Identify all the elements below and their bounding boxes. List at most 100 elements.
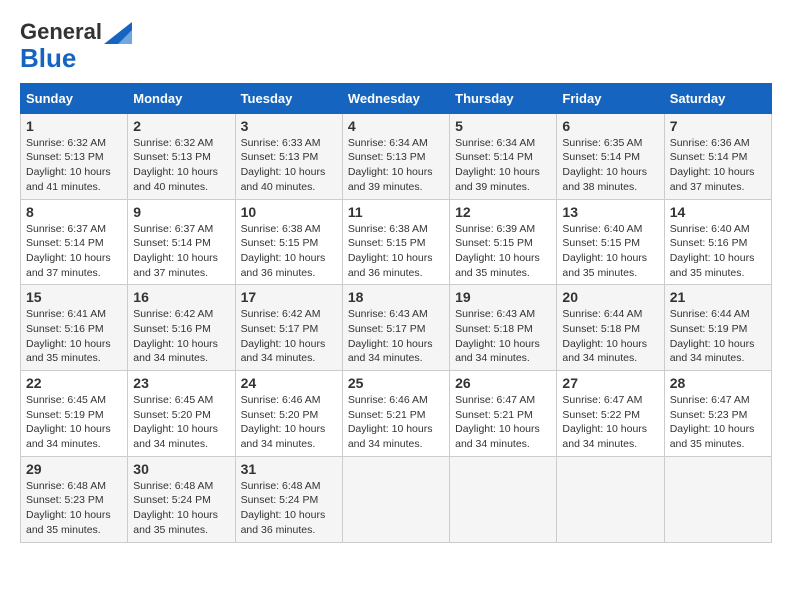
day-detail: Sunrise: 6:37 AM Sunset: 5:14 PM Dayligh… [133, 222, 229, 281]
day-detail: Sunrise: 6:39 AM Sunset: 5:15 PM Dayligh… [455, 222, 551, 281]
day-number: 23 [133, 375, 229, 391]
day-detail: Sunrise: 6:38 AM Sunset: 5:15 PM Dayligh… [348, 222, 444, 281]
calendar-day-cell: 26 Sunrise: 6:47 AM Sunset: 5:21 PM Dayli… [450, 371, 557, 457]
day-detail: Sunrise: 6:45 AM Sunset: 5:19 PM Dayligh… [26, 393, 122, 452]
calendar-day-cell: 16Sunrise: 6:42 AM Sunset: 5:16 PM Dayli… [128, 285, 235, 371]
calendar-day-cell: 7Sunrise: 6:36 AM Sunset: 5:14 PM Daylig… [664, 113, 771, 199]
day-detail: Sunrise: 6:42 AM Sunset: 5:17 PM Dayligh… [241, 307, 337, 366]
day-number: 9 [133, 204, 229, 220]
calendar-day-cell: 31 Sunrise: 6:48 AM Sunset: 5:24 PM Dayli… [235, 456, 342, 542]
day-number: 31 [241, 461, 337, 477]
calendar-day-cell: 13 Sunrise: 6:40 AM Sunset: 5:15 PM Dayli… [557, 199, 664, 285]
day-number: 18 [348, 289, 444, 305]
calendar-week-row: 8Sunrise: 6:37 AM Sunset: 5:14 PM Daylig… [21, 199, 772, 285]
day-detail: Sunrise: 6:46 AM Sunset: 5:21 PM Dayligh… [348, 393, 444, 452]
calendar-day-cell: 27Sunrise: 6:47 AM Sunset: 5:22 PM Dayli… [557, 371, 664, 457]
day-number: 11 [348, 204, 444, 220]
day-number: 26 [455, 375, 551, 391]
calendar-day-cell: 8Sunrise: 6:37 AM Sunset: 5:14 PM Daylig… [21, 199, 128, 285]
logo-icon [104, 22, 132, 49]
calendar-day-cell: 10 Sunrise: 6:38 AM Sunset: 5:15 PM Dayli… [235, 199, 342, 285]
calendar-week-row: 22Sunrise: 6:45 AM Sunset: 5:19 PM Dayli… [21, 371, 772, 457]
day-number: 1 [26, 118, 122, 134]
empty-cell [450, 456, 557, 542]
day-detail: Sunrise: 6:32 AM Sunset: 5:13 PM Dayligh… [133, 136, 229, 195]
day-detail: Sunrise: 6:40 AM Sunset: 5:15 PM Dayligh… [562, 222, 658, 281]
day-number: 10 [241, 204, 337, 220]
day-number: 17 [241, 289, 337, 305]
header-tuesday: Tuesday [235, 83, 342, 113]
calendar-week-row: 29 Sunrise: 6:48 AM Sunset: 5:23 PM Dayli… [21, 456, 772, 542]
calendar-day-cell: 25 Sunrise: 6:46 AM Sunset: 5:21 PM Dayli… [342, 371, 449, 457]
day-number: 29 [26, 461, 122, 477]
day-detail: Sunrise: 6:46 AM Sunset: 5:20 PM Dayligh… [241, 393, 337, 452]
day-number: 20 [562, 289, 658, 305]
day-detail: Sunrise: 6:48 AM Sunset: 5:24 PM Dayligh… [133, 479, 229, 538]
day-number: 6 [562, 118, 658, 134]
calendar-day-cell: 1 Sunrise: 6:32 AM Sunset: 5:13 PM Daylig… [21, 113, 128, 199]
calendar-day-cell: 24 Sunrise: 6:46 AM Sunset: 5:20 PM Dayli… [235, 371, 342, 457]
header-wednesday: Wednesday [342, 83, 449, 113]
day-number: 5 [455, 118, 551, 134]
logo: General Blue [20, 20, 132, 73]
calendar-header-row: SundayMondayTuesdayWednesdayThursdayFrid… [21, 83, 772, 113]
calendar-week-row: 1 Sunrise: 6:32 AM Sunset: 5:13 PM Daylig… [21, 113, 772, 199]
header-friday: Friday [557, 83, 664, 113]
day-number: 27 [562, 375, 658, 391]
day-number: 13 [562, 204, 658, 220]
day-number: 24 [241, 375, 337, 391]
day-number: 15 [26, 289, 122, 305]
empty-cell [664, 456, 771, 542]
day-detail: Sunrise: 6:41 AM Sunset: 5:16 PM Dayligh… [26, 307, 122, 366]
header-sunday: Sunday [21, 83, 128, 113]
header-saturday: Saturday [664, 83, 771, 113]
day-number: 12 [455, 204, 551, 220]
day-number: 21 [670, 289, 766, 305]
day-number: 28 [670, 375, 766, 391]
day-number: 2 [133, 118, 229, 134]
calendar-day-cell: 21 Sunrise: 6:44 AM Sunset: 5:19 PM Dayli… [664, 285, 771, 371]
day-detail: Sunrise: 6:47 AM Sunset: 5:23 PM Dayligh… [670, 393, 766, 452]
day-detail: Sunrise: 6:47 AM Sunset: 5:21 PM Dayligh… [455, 393, 551, 452]
calendar-day-cell: 19 Sunrise: 6:43 AM Sunset: 5:18 PM Dayli… [450, 285, 557, 371]
day-detail: Sunrise: 6:34 AM Sunset: 5:14 PM Dayligh… [455, 136, 551, 195]
day-detail: Sunrise: 6:45 AM Sunset: 5:20 PM Dayligh… [133, 393, 229, 452]
calendar-day-cell: 22Sunrise: 6:45 AM Sunset: 5:19 PM Dayli… [21, 371, 128, 457]
calendar-day-cell: 30 Sunrise: 6:48 AM Sunset: 5:24 PM Dayli… [128, 456, 235, 542]
day-detail: Sunrise: 6:48 AM Sunset: 5:24 PM Dayligh… [241, 479, 337, 538]
day-detail: Sunrise: 6:40 AM Sunset: 5:16 PM Dayligh… [670, 222, 766, 281]
day-detail: Sunrise: 6:44 AM Sunset: 5:18 PM Dayligh… [562, 307, 658, 366]
day-number: 14 [670, 204, 766, 220]
calendar-day-cell: 18 Sunrise: 6:43 AM Sunset: 5:17 PM Dayli… [342, 285, 449, 371]
calendar-day-cell: 5 Sunrise: 6:34 AM Sunset: 5:14 PM Daylig… [450, 113, 557, 199]
day-detail: Sunrise: 6:44 AM Sunset: 5:19 PM Dayligh… [670, 307, 766, 366]
day-detail: Sunrise: 6:43 AM Sunset: 5:18 PM Dayligh… [455, 307, 551, 366]
day-number: 30 [133, 461, 229, 477]
day-detail: Sunrise: 6:33 AM Sunset: 5:13 PM Dayligh… [241, 136, 337, 195]
calendar-day-cell: 11 Sunrise: 6:38 AM Sunset: 5:15 PM Dayli… [342, 199, 449, 285]
day-detail: Sunrise: 6:42 AM Sunset: 5:16 PM Dayligh… [133, 307, 229, 366]
day-detail: Sunrise: 6:38 AM Sunset: 5:15 PM Dayligh… [241, 222, 337, 281]
calendar-day-cell: 14 Sunrise: 6:40 AM Sunset: 5:16 PM Dayli… [664, 199, 771, 285]
day-detail: Sunrise: 6:32 AM Sunset: 5:13 PM Dayligh… [26, 136, 122, 195]
calendar-day-cell: 3 Sunrise: 6:33 AM Sunset: 5:13 PM Daylig… [235, 113, 342, 199]
day-detail: Sunrise: 6:43 AM Sunset: 5:17 PM Dayligh… [348, 307, 444, 366]
calendar-day-cell: 15 Sunrise: 6:41 AM Sunset: 5:16 PM Dayli… [21, 285, 128, 371]
empty-cell [557, 456, 664, 542]
day-number: 25 [348, 375, 444, 391]
day-number: 3 [241, 118, 337, 134]
calendar-day-cell: 23 Sunrise: 6:45 AM Sunset: 5:20 PM Dayli… [128, 371, 235, 457]
header-monday: Monday [128, 83, 235, 113]
day-detail: Sunrise: 6:48 AM Sunset: 5:23 PM Dayligh… [26, 479, 122, 538]
header-thursday: Thursday [450, 83, 557, 113]
calendar-table: SundayMondayTuesdayWednesdayThursdayFrid… [20, 83, 772, 543]
logo-text: General Blue [20, 20, 102, 73]
calendar-day-cell: 20 Sunrise: 6:44 AM Sunset: 5:18 PM Dayli… [557, 285, 664, 371]
empty-cell [342, 456, 449, 542]
day-detail: Sunrise: 6:36 AM Sunset: 5:14 PM Dayligh… [670, 136, 766, 195]
calendar-week-row: 15 Sunrise: 6:41 AM Sunset: 5:16 PM Dayli… [21, 285, 772, 371]
day-number: 19 [455, 289, 551, 305]
day-number: 4 [348, 118, 444, 134]
calendar-day-cell: 6Sunrise: 6:35 AM Sunset: 5:14 PM Daylig… [557, 113, 664, 199]
calendar-day-cell: 29 Sunrise: 6:48 AM Sunset: 5:23 PM Dayli… [21, 456, 128, 542]
